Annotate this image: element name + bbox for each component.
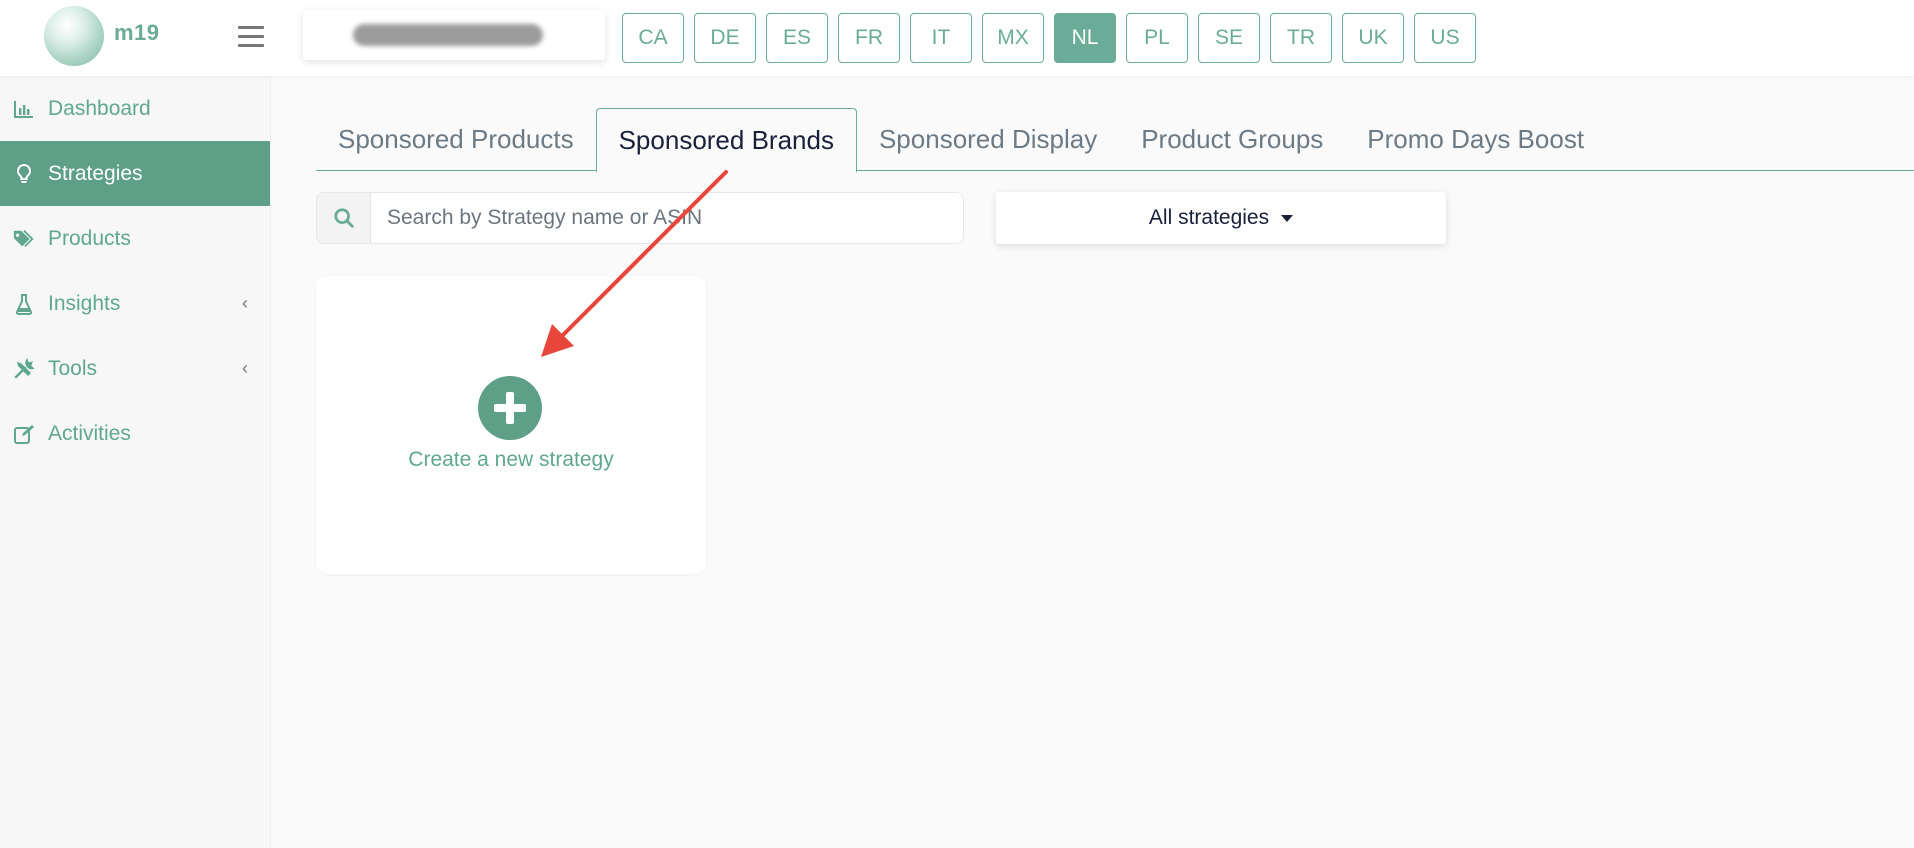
search-bar [316,192,964,244]
chevron-left-icon[interactable]: ‹ [242,293,248,314]
sidebar-item-tools[interactable]: Tools ‹ [0,336,270,401]
tab-promo-days-boost[interactable]: Promo Days Boost [1345,108,1606,171]
hamburger-menu-icon[interactable] [238,26,264,50]
country-button-ca[interactable]: CA [622,13,684,63]
sidebar-item-insights[interactable]: Insights ‹ [0,271,270,336]
country-button-nl[interactable]: NL [1054,13,1116,63]
redacted-account-name [353,24,543,46]
create-strategy-label[interactable]: Create a new strategy [316,448,706,472]
edit-icon [12,422,36,446]
search-input[interactable] [371,193,963,243]
plus-circle-icon[interactable] [478,376,542,440]
country-button-fr[interactable]: FR [838,13,900,63]
create-strategy-card[interactable]: Create a new strategy [316,276,706,574]
tab-sponsored-display[interactable]: Sponsored Display [857,108,1119,171]
chevron-left-icon[interactable]: ‹ [242,358,248,379]
tab-sponsored-brands[interactable]: Sponsored Brands [595,108,857,173]
country-button-se[interactable]: SE [1198,13,1260,63]
logo-text: m19 [114,20,160,45]
tab-sponsored-products[interactable]: Sponsored Products [316,108,596,171]
caret-down-icon [1281,214,1294,222]
lightbulb-icon [12,162,36,186]
logo[interactable] [44,6,104,66]
sidebar-item-activities[interactable]: Activities [0,401,270,466]
sidebar: Dashboard Strategies Products Insights ‹ Tool… [0,76,271,848]
country-button-es[interactable]: ES [766,13,828,63]
search-icon [317,193,371,243]
country-button-it[interactable]: IT [910,13,972,63]
strategy-filter-label: All strategies [1148,206,1270,229]
sidebar-item-label: Tools [48,356,98,380]
country-button-pl[interactable]: PL [1126,13,1188,63]
country-button-tr[interactable]: TR [1270,13,1332,63]
tools-icon [12,357,36,381]
country-button-de[interactable]: DE [694,13,756,63]
tags-icon [12,227,36,251]
tab-product-groups[interactable]: Product Groups [1119,108,1345,171]
bar-chart-icon [12,97,36,121]
sidebar-item-products[interactable]: Products [0,206,270,271]
sidebar-item-label: Strategies [48,161,143,185]
sidebar-item-label: Products [48,226,131,250]
sidebar-item-label: Dashboard [48,96,151,120]
country-button-uk[interactable]: UK [1342,13,1404,63]
strategy-filter-dropdown[interactable]: All strategies [996,192,1446,244]
country-button-us[interactable]: US [1414,13,1476,63]
campaign-type-tabs: Sponsored Products Sponsored Brands Sponso… [316,108,1914,173]
country-selector: CA DE ES FR IT MX NL PL SE TR UK US [622,13,1476,63]
sidebar-item-strategies[interactable]: Strategies [0,141,270,206]
sidebar-item-label: Activities [48,421,131,445]
top-bar: m19 CA DE ES FR IT MX NL PL SE TR UK US [0,0,1914,76]
sidebar-item-label: Insights [48,291,121,315]
country-button-mx[interactable]: MX [982,13,1044,63]
sidebar-item-dashboard[interactable]: Dashboard [0,76,270,141]
account-selector[interactable] [303,10,605,60]
flask-icon [12,292,36,316]
